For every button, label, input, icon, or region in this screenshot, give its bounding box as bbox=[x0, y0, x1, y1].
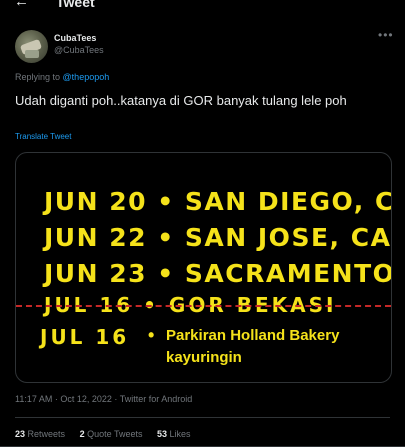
tweet-media-image[interactable]: JUN 20 • SAN DIEGO, CA JUN 22 • SAN JOSE… bbox=[15, 152, 392, 383]
poster-line-2: JUN 22 • SAN JOSE, CA bbox=[44, 223, 392, 252]
back-arrow-icon[interactable]: ← bbox=[14, 0, 29, 10]
retweets-label: Retweets bbox=[27, 429, 66, 439]
poster-bullet: • bbox=[148, 325, 155, 345]
retweets-count: 23 bbox=[15, 429, 26, 439]
tweet-text: Udah diganti poh..katanya di GOR banyak … bbox=[15, 93, 347, 108]
retweets-stat[interactable]: 23 Retweets bbox=[15, 429, 65, 439]
poster-venue-line-1: Parkiran Holland Bakery bbox=[166, 327, 340, 344]
poster-line-3: JUN 23 • SACRAMENTO, CA bbox=[44, 259, 392, 288]
strikethrough-line bbox=[16, 305, 391, 307]
replying-mention-link[interactable]: @thepopoh bbox=[63, 72, 110, 82]
poster-venue-line-2: kayuringin bbox=[166, 349, 242, 366]
page-title: Tweet bbox=[56, 0, 95, 10]
replying-prefix: Replying to bbox=[15, 72, 61, 82]
user-handle[interactable]: @CubaTees bbox=[54, 45, 104, 55]
replying-to: Replying to @thepopoh bbox=[15, 72, 109, 82]
likes-label: Likes bbox=[169, 429, 191, 439]
tweet-meta: 11:17 AM · Oct 12, 2022 · Twitter for An… bbox=[15, 394, 193, 404]
quotes-label: Quote Tweets bbox=[87, 429, 143, 439]
tweet-stats: 23 Retweets 2 Quote Tweets 53 Likes bbox=[15, 429, 203, 439]
poster-venue: Parkiran Holland Bakery kayuringin bbox=[166, 325, 339, 369]
top-bar: ← Tweet bbox=[0, 0, 405, 14]
more-options-icon[interactable]: ••• bbox=[378, 28, 394, 42]
poster-line-5-date: JUL 16 bbox=[40, 325, 130, 349]
avatar[interactable] bbox=[15, 30, 48, 63]
likes-stat[interactable]: 53 Likes bbox=[157, 429, 191, 439]
translate-tweet-link[interactable]: Translate Tweet bbox=[15, 132, 71, 141]
likes-count: 53 bbox=[157, 429, 168, 439]
display-name[interactable]: CubaTees bbox=[54, 33, 96, 43]
avatar-shape-icon bbox=[25, 50, 39, 58]
poster-line-1: JUN 20 • SAN DIEGO, CA bbox=[44, 187, 392, 216]
divider bbox=[15, 417, 390, 418]
quotes-count: 2 bbox=[79, 429, 85, 439]
quote-tweets-stat[interactable]: 2 Quote Tweets bbox=[80, 429, 143, 439]
